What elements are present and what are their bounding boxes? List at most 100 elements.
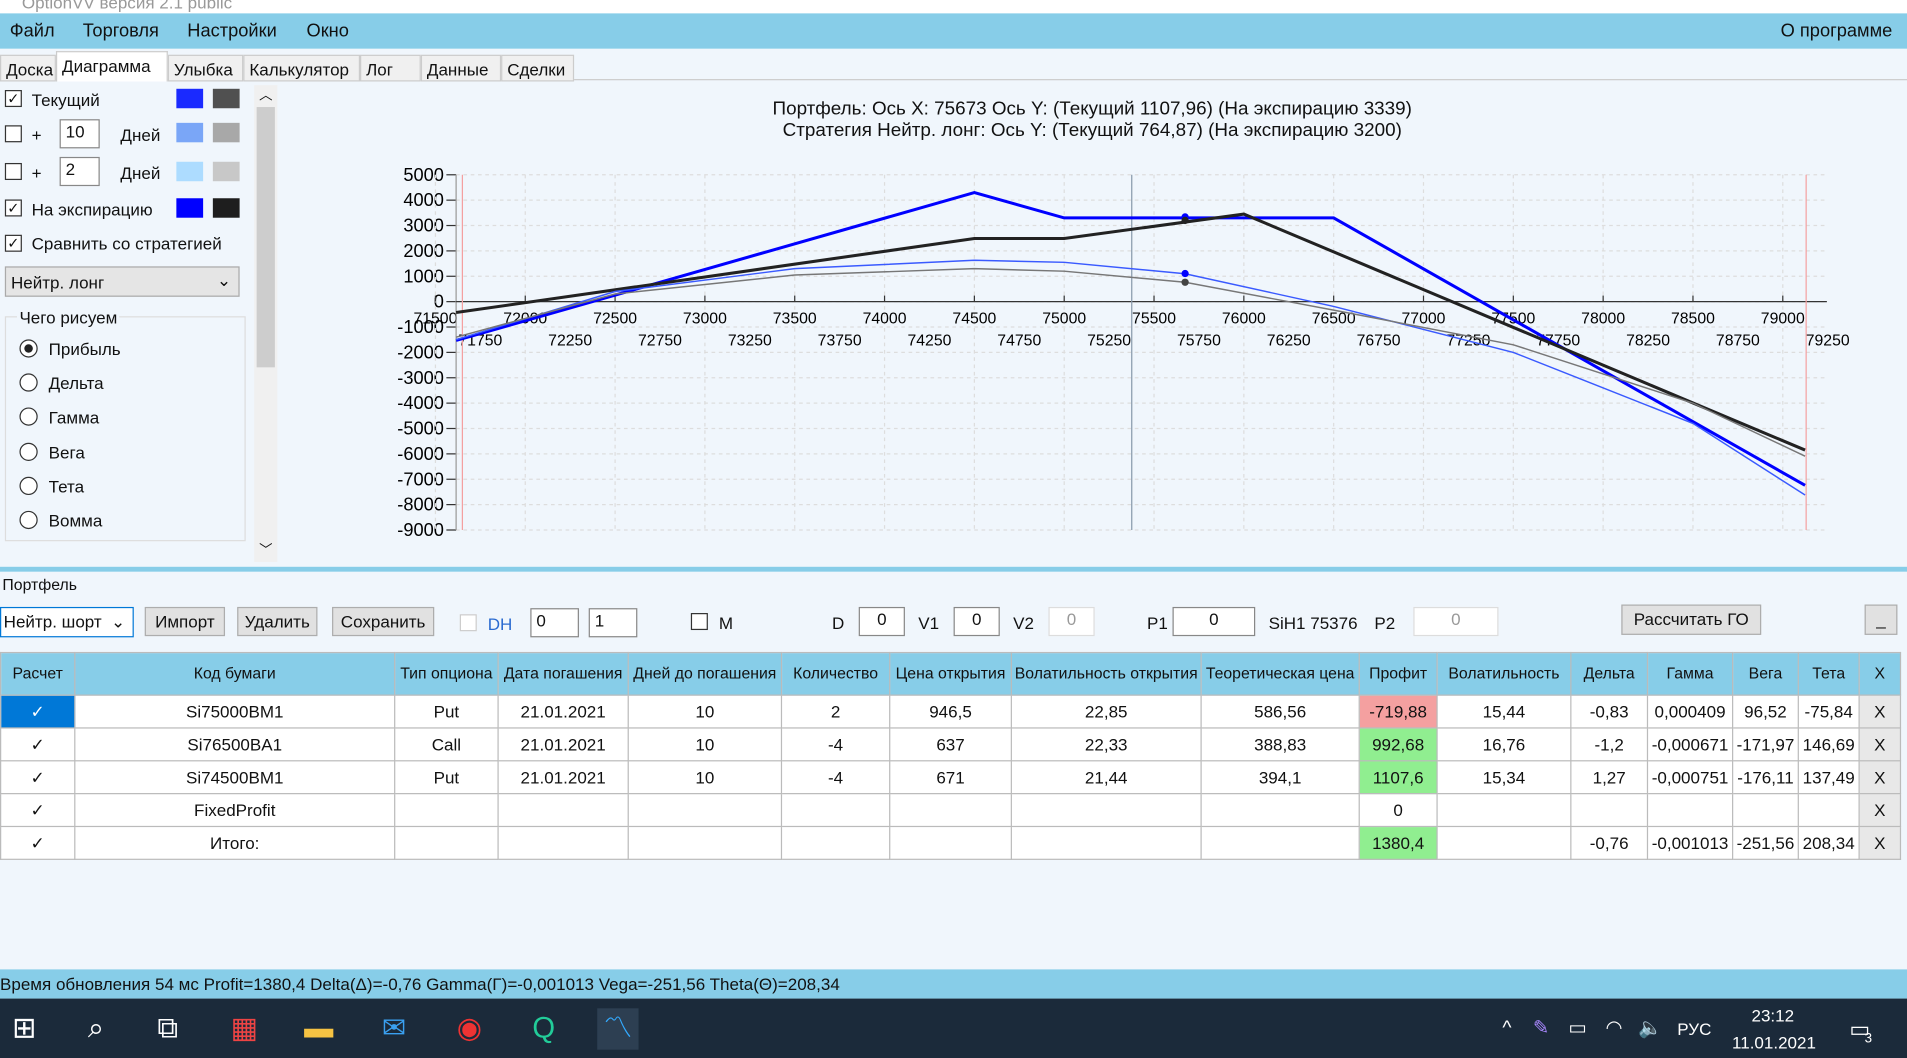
column-header[interactable]: Гамма [1646, 651, 1734, 696]
column-header[interactable]: Профит [1358, 651, 1438, 696]
v2-input[interactable]: 0 [1048, 606, 1095, 637]
wifi-icon[interactable]: ◠ [1593, 1008, 1634, 1049]
p2-label: P2 [1374, 613, 1396, 633]
table-cell: 586,56 [1200, 694, 1360, 729]
spin2-input[interactable]: 1 [588, 608, 638, 638]
store-icon[interactable]: ▦ [224, 1008, 265, 1049]
column-header[interactable]: Дельта [1570, 651, 1649, 696]
clock-time[interactable]: 23:12 [1751, 1006, 1794, 1025]
v2-label: V2 [1013, 613, 1035, 633]
table-cell: -171,97 [1732, 727, 1799, 762]
remove-row-button[interactable]: X [1858, 694, 1902, 729]
calc-checkbox[interactable]: ✓ [0, 727, 76, 762]
table-cell: 15,44 [1436, 694, 1572, 729]
table-row[interactable]: ✓ FixedProfit 0 X [0, 793, 1902, 828]
import-button[interactable]: Импорт [144, 606, 226, 637]
column-header[interactable]: Тета [1797, 651, 1860, 696]
optionvv-icon[interactable]: 〽 [597, 1008, 639, 1050]
taskbar: ⊞ ⌕ ⧉ ▦ ▬ ✉ ◉ Q 〽 ^ ✎ ▭ ◠ 🔈 РУС 23:12 11… [0, 998, 1907, 1058]
notifications-icon[interactable]: ▭ [1839, 1008, 1880, 1049]
y-tick-label: 5000 [403, 164, 444, 185]
table-cell [394, 793, 499, 828]
y-tick-label: -6000 [397, 443, 444, 464]
dh-checkbox[interactable] [459, 614, 477, 632]
calc-checkbox[interactable]: ✓ [0, 825, 76, 860]
table-row[interactable]: ✓ Итого: 1380,4 -0,76 -0,001013 -251,56 208,34… [0, 825, 1902, 860]
calc-checkbox[interactable]: ✓ [0, 760, 76, 795]
remove-row-button[interactable]: X [1858, 825, 1902, 860]
column-header[interactable]: Тип опциона [394, 651, 499, 696]
mail-icon[interactable]: ✉ [373, 1008, 414, 1049]
quik-icon[interactable]: Q [523, 1008, 564, 1049]
minimize-button[interactable]: _ [1864, 604, 1898, 635]
splitter[interactable] [0, 566, 1907, 572]
remove-row-button[interactable]: X [1858, 793, 1902, 828]
column-header[interactable]: Код бумаги [74, 651, 396, 696]
table-cell: 0,000409 [1646, 694, 1734, 729]
spin1-input[interactable]: 0 [530, 608, 579, 638]
table-cell: -0,000751 [1646, 760, 1734, 795]
save-button[interactable]: Сохранить [332, 606, 435, 637]
x-tick-label-top: 74500 [952, 311, 996, 328]
table-cell: -1,2 [1570, 727, 1649, 762]
language-indicator[interactable]: РУС [1677, 1019, 1711, 1038]
chrome-icon[interactable]: ◉ [449, 1008, 490, 1049]
x-tick-label-top: 72500 [593, 311, 637, 328]
column-header[interactable]: Расчет [0, 651, 76, 696]
column-header[interactable]: Волатильность открытия [1010, 651, 1202, 696]
table-cell [780, 793, 891, 828]
column-header[interactable]: Количество [780, 651, 891, 696]
m-checkbox[interactable] [690, 613, 708, 631]
table-cell: -4 [780, 727, 891, 762]
table-cell: Si74500BM1 [74, 760, 396, 795]
table-row[interactable]: ✓ Si74500BM1 Put 21.01.2021 10 -4 671 21,44 394,… [0, 760, 1902, 795]
portfolio-select[interactable]: Нейтр. шорт ⌄ [0, 606, 134, 638]
search-icon[interactable]: ⌕ [75, 1008, 116, 1049]
column-header[interactable]: X [1858, 651, 1902, 696]
table-cell [1200, 793, 1360, 828]
table-cell [1570, 793, 1649, 828]
table-cell: 10 [627, 760, 783, 795]
d-input[interactable]: 0 [858, 606, 905, 637]
cursor-marker [1181, 216, 1189, 225]
table-cell [1010, 825, 1202, 860]
y-tick-label: 3000 [403, 215, 444, 236]
file-explorer-icon[interactable]: ▬ [298, 1008, 339, 1049]
table-row[interactable]: ✓ Si75000BM1 Put 21.01.2021 10 2 946,5 22,85 586… [0, 694, 1902, 729]
table-cell: -719,88 [1358, 694, 1438, 729]
volume-icon[interactable]: 🔈 [1630, 1008, 1671, 1049]
table-row[interactable]: ✓ Si76500BA1 Call 21.01.2021 10 -4 637 22,33 388… [0, 727, 1902, 762]
calc-checkbox[interactable]: ✓ [0, 694, 76, 729]
column-header[interactable]: Дней до погашения [627, 651, 783, 696]
task-view-icon[interactable]: ⧉ [147, 1008, 188, 1049]
battery-icon[interactable]: ▭ [1557, 1008, 1598, 1049]
table-cell [394, 825, 499, 860]
windows-start-icon[interactable]: ⊞ [4, 1008, 45, 1049]
y-tick-label: -7000 [397, 468, 444, 489]
remove-row-button[interactable]: X [1858, 760, 1902, 795]
column-header[interactable]: Волатильность [1436, 651, 1572, 696]
table-cell: 22,85 [1010, 694, 1202, 729]
table-cell [1646, 793, 1734, 828]
x-tick-label-top: 78000 [1581, 311, 1625, 328]
table-cell: 388,83 [1200, 727, 1360, 762]
table-cell [889, 793, 1012, 828]
delete-button[interactable]: Удалить [237, 606, 318, 637]
calc-go-button[interactable]: Рассчитать ГО [1621, 604, 1762, 635]
pen-icon[interactable]: ✎ [1520, 1008, 1561, 1049]
v1-input[interactable]: 0 [953, 606, 1000, 637]
x-tick-label-bottom: 75250 [1087, 332, 1131, 349]
remove-row-button[interactable]: X [1858, 727, 1902, 762]
p2-input[interactable]: 0 [1413, 606, 1499, 637]
table-cell [1797, 793, 1860, 828]
payoff-chart[interactable]: 500040003000200010000-1000-2000-3000-400… [0, 0, 1907, 572]
table-cell [627, 825, 783, 860]
calc-checkbox[interactable]: ✓ [0, 793, 76, 828]
column-header[interactable]: Вега [1732, 651, 1799, 696]
y-tick-label: -9000 [397, 519, 444, 540]
column-header[interactable]: Дата погашения [497, 651, 629, 696]
clock-date[interactable]: 11.01.2021 [1732, 1033, 1816, 1052]
p1-input[interactable]: 0 [1172, 606, 1256, 637]
column-header[interactable]: Цена открытия [889, 651, 1012, 696]
column-header[interactable]: Теоретическая цена [1200, 651, 1360, 696]
